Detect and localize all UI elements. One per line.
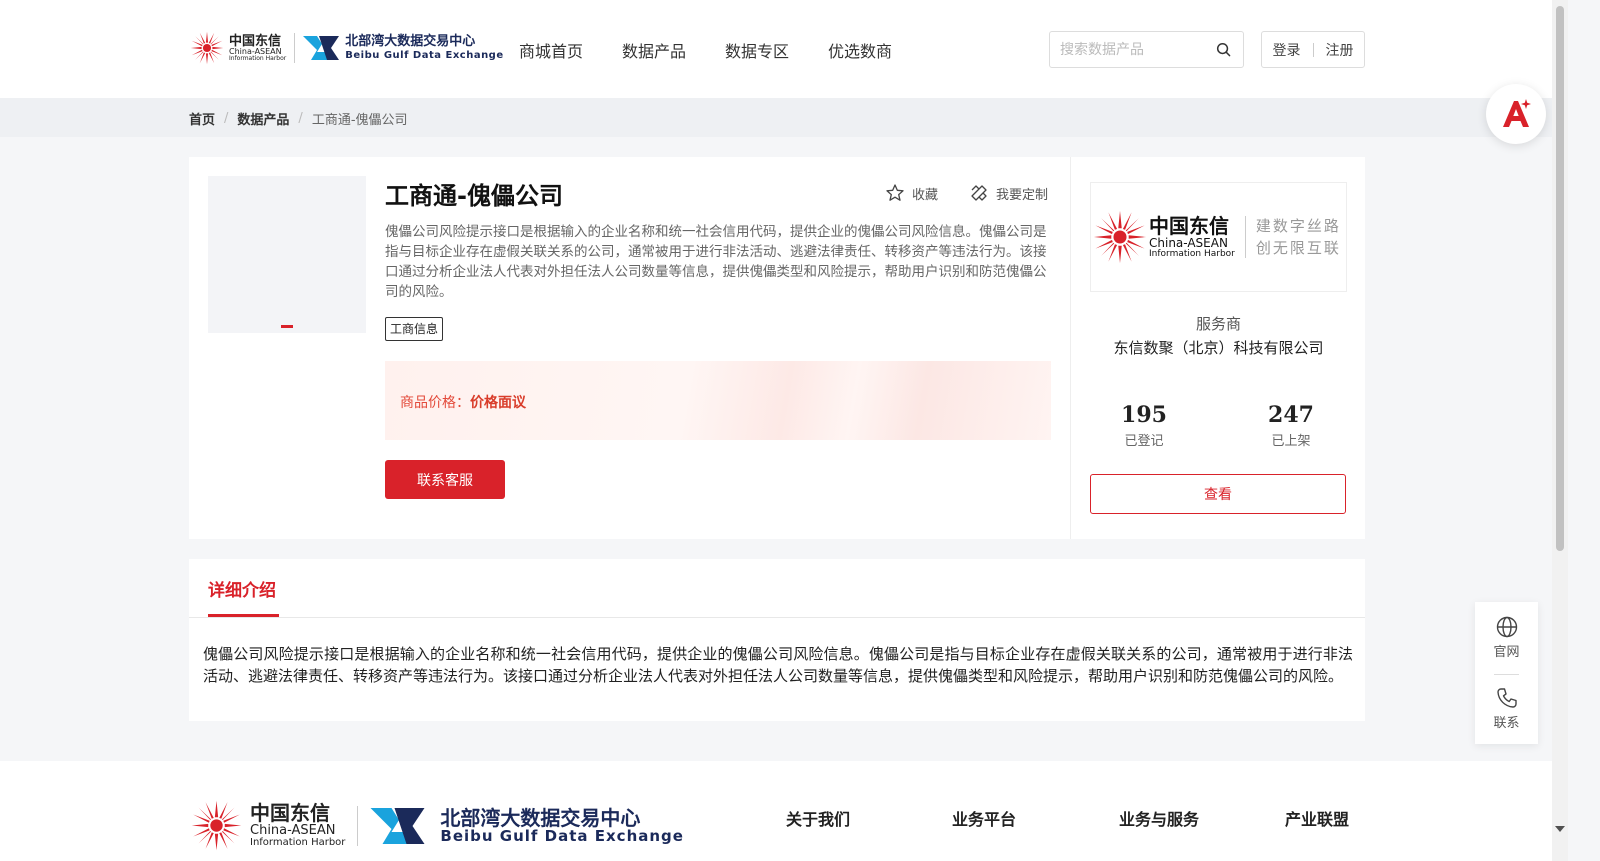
breadcrumb-separator: / [224,111,229,126]
contact-service-button[interactable]: 联系客服 [385,460,505,499]
nav-mall-home[interactable]: 商城首页 [519,38,583,62]
provider-label: 服务商 [1195,315,1241,333]
card-divider [1070,157,1071,539]
side-contact-panel: 官网 联系 [1475,602,1538,744]
footer-bx-en: Beibu Gulf Data Exchange [440,826,684,845]
product-description: 傀儡公司风险提示接口是根据输入的企业名称和统一社会信用代码，提供企业的傀儡公司风… [385,224,1047,300]
globe-icon [1496,616,1517,638]
side-contact-button[interactable]: 联系 [1475,686,1538,731]
footer-link-alliance[interactable]: 产业联盟 [1285,806,1349,830]
registered-count: 195 [1121,402,1167,428]
search-box [1049,31,1244,68]
search-icon[interactable] [1216,42,1231,57]
provider-slogan: 建数字丝路 创无限互联 [1256,215,1341,259]
listed-stat: 247 已上架 [1251,402,1331,449]
star-icon [886,184,904,201]
beibu-gulf-wordmark: 北部湾大数据交易中心 Beibu Gulf Data Exchange [345,34,504,61]
price-line: 商品价格：价格面议 [400,392,526,412]
registered-stat: 195 已登记 [1104,402,1184,449]
provider-logo-cn: 中国东信 [1149,213,1229,238]
beibu-gulf-logo-icon [303,34,341,62]
provider-wordmark: 中国东信 China-ASEAN Information Harbor [1149,215,1235,259]
provider-name: 东信数聚（北京）科技有限公司 [1113,339,1324,357]
image-carousel-indicator[interactable] [281,325,293,328]
price-value: 价格面议 [470,395,526,411]
register-link[interactable]: 注册 [1326,40,1354,60]
footer-cd-wordmark: 中国东信 China-ASEAN Information Harbor [250,800,346,848]
breadcrumb-home[interactable]: 首页 [189,109,215,128]
china-asean-burst-icon [189,30,225,66]
tab-divider [189,617,1365,618]
footer-bx-cn: 北部湾大数据交易中心 [440,805,641,830]
side-website-label: 官网 [1493,645,1520,660]
listed-count: 247 [1268,402,1314,428]
favorite-button[interactable]: 收藏 [885,183,938,203]
auth-box: 登录 注册 [1261,31,1365,68]
phone-icon [1496,688,1517,708]
brand-cn: 中国东信 [229,33,282,49]
nav-data-zone[interactable]: 数据专区 [725,38,789,62]
brand-en-sub: Information Harbor [229,54,287,62]
side-contact-label: 联系 [1493,716,1520,731]
login-link[interactable]: 登录 [1273,40,1301,60]
provider-logo: 中国东信 China-ASEAN Information Harbor 建数字丝… [1090,182,1347,292]
customize-label: 我要定制 [996,187,1049,203]
customize-icon [971,185,987,201]
exchange-en: Beibu Gulf Data Exchange [345,49,504,61]
nav-preferred-merchants[interactable]: 优选数商 [828,38,892,62]
breadcrumb-current: 工商通-傀儡公司 [311,113,408,128]
footer-link-about[interactable]: 关于我们 [786,806,850,830]
footer-logo-divider [357,805,359,846]
breadcrumb-category[interactable]: 数据产品 [237,109,289,128]
category-tag: 工商信息 [385,317,444,341]
footer-cd-en: China-ASEAN [250,822,336,838]
slogan-line-2: 创无限互联 [1255,239,1341,257]
provider-burst-icon [1091,208,1149,266]
footer-burst-icon [189,798,244,853]
footer-link-services[interactable]: 业务与服务 [1119,806,1199,830]
slogan-line-1: 建数字丝路 [1255,217,1341,235]
footer-bx-wordmark: 北部湾大数据交易中心 Beibu Gulf Data Exchange [440,807,684,845]
logo-divider [294,33,296,63]
exchange-cn: 北部湾大数据交易中心 [345,34,476,50]
site-logo[interactable]: 中国东信 China-ASEAN Information Harbor 北部湾大… [189,28,504,68]
search-input[interactable] [1050,32,1210,67]
side-website-button[interactable]: 官网 [1475,615,1538,660]
footer-cd-cn: 中国东信 [250,800,330,825]
main-nav: 商城首页 数据产品 数据专区 优选数商 [519,38,931,62]
product-title: 工商通-傀儡公司 [385,182,563,210]
china-asean-wordmark: 中国东信 China-ASEAN Information Harbor [229,35,286,62]
favorite-label: 收藏 [912,187,939,203]
auth-divider [1312,42,1314,57]
breadcrumb: 首页 / 数据产品 / 工商通-傀儡公司 [189,109,408,128]
tab-detail-intro[interactable]: 详细介绍 [208,576,276,601]
ai-assistant-button[interactable] [1486,84,1546,144]
detail-section [189,559,1365,721]
customize-button[interactable]: 我要定制 [969,183,1048,203]
footer-beibu-gulf-icon [370,805,428,847]
provider-logo-divider [1244,216,1246,258]
price-label: 商品价格： [400,395,470,411]
footer-cd-en-sub: Information Harbor [250,836,346,848]
provider-logo-en: China-ASEAN [1149,235,1228,250]
view-provider-button[interactable]: 查看 [1090,474,1346,514]
footer-logo: 中国东信 China-ASEAN Information Harbor 北部湾大… [189,798,684,853]
registered-label: 已登记 [1124,434,1164,449]
provider-logo-en-sub: Information Harbor [1149,248,1235,259]
footer-link-platform[interactable]: 业务平台 [952,806,1016,830]
side-panel-divider [1494,674,1519,675]
ai-assistant-icon [1503,99,1531,127]
detail-text: 傀儡公司风险提示接口是根据输入的企业名称和统一社会信用代码，提供企业的傀儡公司风… [203,645,1353,685]
nav-data-products[interactable]: 数据产品 [622,38,686,62]
scrollbar-thumb[interactable] [1556,6,1564,551]
listed-label: 已上架 [1271,434,1311,449]
product-image [208,176,366,333]
breadcrumb-separator: / [298,111,303,126]
scroll-down-icon[interactable] [1555,826,1565,832]
